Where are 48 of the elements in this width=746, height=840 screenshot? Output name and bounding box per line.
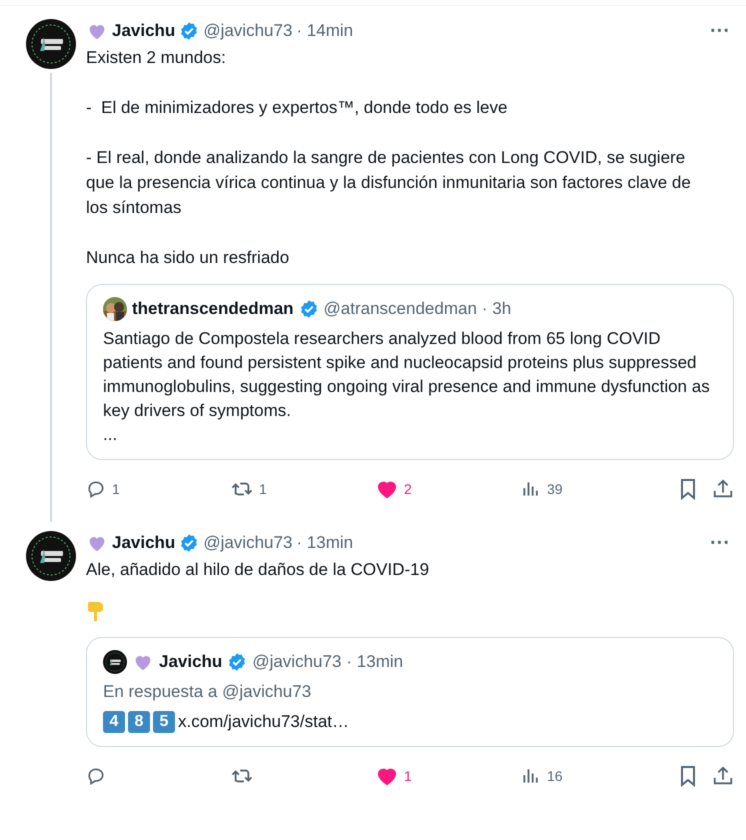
like-icon (376, 479, 398, 499)
share-icon (712, 478, 734, 500)
author-name: thetranscendedman (132, 298, 294, 320)
verified-icon (179, 533, 200, 553)
more-button[interactable]: ··· (706, 535, 734, 551)
author-handle: @javichu73 (252, 651, 342, 673)
avatar-icon (103, 650, 127, 674)
author-handle: @atranscendedman (324, 298, 477, 320)
author-name[interactable]: Javichu (112, 19, 176, 43)
reply-context: En respuesta a @javichu73 (103, 681, 312, 703)
more-button[interactable]: ··· (706, 23, 734, 39)
quoted-text: Santiago de Compostela researchers analyzed blood from 65 long COVID patients and found persistent spike and nucleocapsid proteins plus suppressed immunoglobulins, suggesting ongoing viral presence and immune dysfunction as key drivers of symptoms. ... (103, 328, 711, 446)
quoted-post[interactable]: Javichu @javichu73 · 13min En respuesta a @javichu73 4 8 5 x.com/javichu73/stat… (86, 637, 734, 747)
avatar-icon (26, 531, 76, 581)
like-button[interactable]: 2 (376, 479, 521, 499)
like-icon (376, 766, 398, 786)
bookmark-icon (678, 765, 698, 787)
share-button[interactable] (712, 765, 734, 787)
author-handle[interactable]: @javichu73 (203, 19, 292, 43)
bookmark-button[interactable] (678, 765, 698, 787)
keycap-emoji: 5 (153, 711, 175, 733)
quoted-post[interactable] (86, 284, 734, 460)
like-button[interactable]: 1 (376, 766, 521, 786)
post-text: Ale, añadido al hilo de daños de la COVID-19 (86, 559, 430, 581)
views-button[interactable]: 39 (521, 479, 666, 499)
views-button[interactable]: 16 (521, 766, 666, 786)
reply-button[interactable]: 1 (86, 479, 231, 499)
author-handle[interactable]: @javichu73 (203, 531, 292, 555)
author-name: Javichu (159, 651, 222, 673)
reply-icon (86, 479, 106, 499)
verified-icon (298, 299, 319, 319)
post-time[interactable]: · 14min (296, 19, 354, 43)
bookmark-button[interactable] (678, 478, 698, 500)
post-time: · 13min (346, 651, 404, 673)
post-time: · 3h (482, 298, 512, 320)
verified-icon (179, 21, 200, 41)
post-time[interactable]: · 13min (296, 531, 354, 555)
bookmark-icon (678, 478, 698, 500)
repost-button[interactable]: 1 (231, 479, 376, 499)
avatar-icon (26, 19, 76, 69)
share-icon (712, 765, 734, 787)
quoted-text: x.com/javichu73/stat… (178, 711, 350, 733)
verified-icon (227, 652, 248, 672)
keycap-emoji: 8 (128, 711, 150, 733)
keycap-emoji: 4 (103, 711, 125, 733)
reply-icon (86, 766, 106, 786)
share-button[interactable] (712, 478, 734, 500)
author-name[interactable]: Javichu (112, 531, 176, 555)
